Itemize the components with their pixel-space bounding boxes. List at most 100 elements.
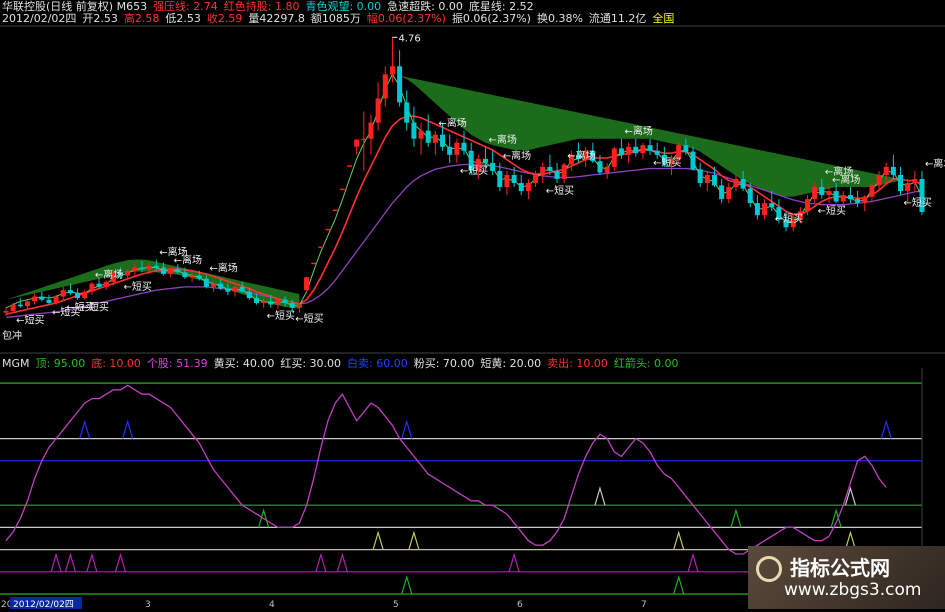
candle-body xyxy=(89,283,95,292)
candle-body xyxy=(454,142,460,155)
candle-body xyxy=(561,164,567,179)
signal-spike xyxy=(372,530,384,550)
candle-body xyxy=(397,66,403,103)
candle-body xyxy=(518,183,524,192)
candle-body xyxy=(862,196,868,204)
header-field: 卖出: 10.00 xyxy=(547,357,608,370)
header-field: 高2.58 xyxy=(123,12,160,25)
candle-body xyxy=(876,174,882,186)
candle-body xyxy=(604,166,610,173)
candle-body xyxy=(440,134,446,147)
candle-body xyxy=(676,145,682,159)
candle-body xyxy=(318,246,324,249)
signal-spike xyxy=(315,552,327,572)
candle-body xyxy=(10,304,16,312)
candle-body xyxy=(304,277,310,291)
header-field: 振0.06(2.37%) xyxy=(451,12,531,25)
x-tick-label: 5 xyxy=(393,600,399,609)
candle-body xyxy=(75,293,81,299)
candle-body xyxy=(533,174,539,183)
signal-spike xyxy=(687,552,699,572)
stock-chart-window: ←离场←离场←离场←离场←离场←离场←离场←离场←离场←离场←离场←离场←短买←… xyxy=(0,0,945,610)
candle-body xyxy=(697,169,703,183)
candle-body xyxy=(525,183,531,192)
candle-body xyxy=(633,146,639,154)
candle-body xyxy=(60,290,66,297)
buy-label: ←短买 xyxy=(904,196,932,209)
candle-body xyxy=(189,275,195,278)
candle-body xyxy=(554,170,560,179)
candle-body xyxy=(361,138,367,141)
date-box-label: 2012/02/02四 xyxy=(13,600,74,609)
candle-body xyxy=(425,130,431,143)
candle-body xyxy=(168,269,174,274)
candle-body xyxy=(754,203,760,216)
candle-body xyxy=(32,296,38,302)
candle-body xyxy=(883,166,889,175)
watermark-url: www.zbgs3.com xyxy=(784,580,922,600)
chart-canvas: ←离场←离场←离场←离场←离场←离场←离场←离场←离场←离场←离场←离场←短买←… xyxy=(0,25,945,610)
signal-spike xyxy=(401,419,413,439)
header-field: 低2.53 xyxy=(165,12,201,25)
candle-body xyxy=(711,174,717,186)
candle-body xyxy=(447,146,453,155)
price-panel: ←离场←离场←离场←离场←离场←离场←离场←离场←离场←离场←离场←离场←短买←… xyxy=(0,25,945,354)
buy-label: ←短买 xyxy=(546,184,574,197)
header-field: 白卖: 60.00 xyxy=(347,357,408,370)
leave-label: ←离场 xyxy=(209,262,237,275)
candle-body xyxy=(67,290,73,294)
candle-body xyxy=(819,187,825,196)
watermark-title: 指标公式网 xyxy=(790,556,890,580)
signal-spike xyxy=(508,552,520,572)
candle-body xyxy=(804,199,811,212)
signal-spike xyxy=(122,419,134,439)
header-field: 幅0.06(2.37%) xyxy=(366,12,446,25)
x-tick-label: 3 xyxy=(145,600,151,609)
candle-body xyxy=(626,146,632,155)
candle-body xyxy=(812,187,818,200)
leave-label: ←离场 xyxy=(624,125,652,138)
watermark: 指标公式网 www.zbgs3.com xyxy=(748,546,945,609)
candle-body xyxy=(704,174,710,183)
candle-body xyxy=(683,145,689,152)
signal-spike xyxy=(673,530,685,550)
leave-label: ←离场 xyxy=(438,117,466,130)
signal-spike xyxy=(401,574,413,595)
candle-body xyxy=(203,278,209,287)
leave-label: ←离场 xyxy=(832,173,860,186)
header-field: 粉买: 70.00 xyxy=(413,357,475,370)
candle-body xyxy=(833,191,839,202)
candle-body xyxy=(239,286,245,292)
candle-body xyxy=(840,195,846,202)
signal-spike xyxy=(64,552,76,572)
buy-label: ←短买 xyxy=(653,156,681,169)
header-field: 流通11.2亿 xyxy=(588,12,647,25)
header-field: 额1085万 xyxy=(310,12,361,25)
candle-body xyxy=(289,302,295,308)
header-field: 量42297.8 xyxy=(248,12,305,25)
candle-body xyxy=(232,286,238,292)
candle-body xyxy=(726,187,732,200)
header-field: 换0.38% xyxy=(536,12,583,25)
candle-body xyxy=(211,283,217,287)
candle-body xyxy=(46,299,52,303)
candle-body xyxy=(898,174,904,192)
header-field: 顶: 95.00 xyxy=(35,357,86,370)
buy-label: ←短买 xyxy=(818,204,846,217)
signal-spike xyxy=(114,552,127,572)
header-field: 红买: 30.00 xyxy=(280,357,342,370)
candle-body xyxy=(153,265,159,268)
buy-label: ←短买 xyxy=(81,301,109,314)
candle-body xyxy=(905,183,911,192)
candle-body xyxy=(654,150,660,155)
candle-body xyxy=(139,267,145,270)
buy-label: ←短买 xyxy=(16,314,44,327)
candle-body xyxy=(497,170,503,188)
candle-body xyxy=(740,178,746,189)
buy-label: ←短买 xyxy=(460,164,488,177)
peak-price-label: 4.76 xyxy=(398,33,420,44)
mgm-oscillator-line xyxy=(5,384,887,555)
signal-spike xyxy=(844,486,857,506)
candle-body xyxy=(24,301,30,307)
candle-body xyxy=(103,282,109,287)
